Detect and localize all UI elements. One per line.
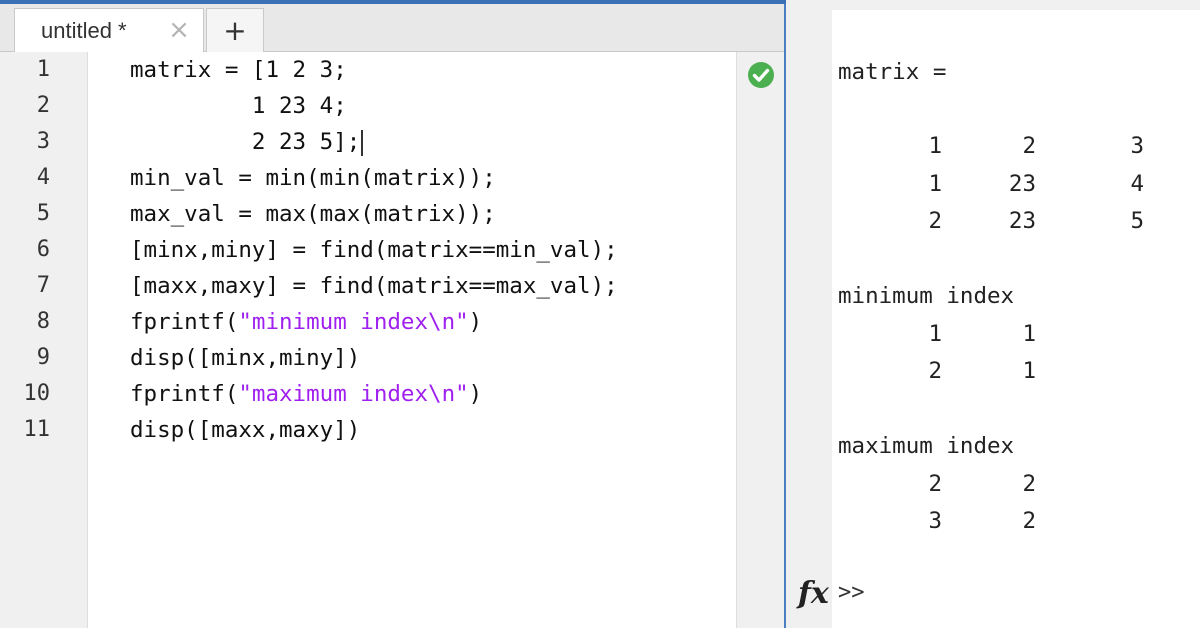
line-number: 9 bbox=[36, 345, 50, 370]
matrix-cell: 4 bbox=[1130, 171, 1144, 197]
max-index-cell: 3 bbox=[928, 508, 942, 534]
code-line[interactable]: disp([maxx,maxy]) bbox=[130, 412, 360, 448]
close-icon[interactable]: × bbox=[167, 17, 191, 43]
max-index-cell: 2 bbox=[1022, 508, 1036, 534]
line-number: 2 bbox=[36, 93, 50, 118]
matrix-cell: 23 bbox=[1008, 171, 1036, 197]
text-cursor bbox=[361, 129, 363, 156]
code-editor[interactable]: matrix = [1 2 3; 1 23 4; 2 23 5]; min_va… bbox=[88, 52, 736, 628]
tab-label: untitled * bbox=[41, 17, 127, 43]
line-number: 4 bbox=[36, 165, 50, 190]
code-line[interactable]: fprintf("minimum index\n") bbox=[130, 304, 482, 340]
code-line[interactable]: [maxx,maxy] = find(matrix==max_val); bbox=[130, 268, 618, 304]
code-line[interactable]: fprintf("maximum index\n") bbox=[130, 376, 482, 412]
matrix-cell: 2 bbox=[928, 208, 942, 234]
code-line[interactable]: 1 23 4; bbox=[130, 88, 347, 124]
code-line[interactable]: min_val = min(min(matrix)); bbox=[130, 160, 496, 196]
code-line[interactable]: [minx,miny] = find(matrix==min_val); bbox=[130, 232, 618, 268]
code-analyzer-bar bbox=[736, 52, 784, 628]
min-index-cell: 1 bbox=[928, 321, 942, 347]
matrix-cell: 5 bbox=[1130, 208, 1144, 234]
new-tab-button[interactable]: + bbox=[206, 8, 264, 52]
code-line[interactable]: 2 23 5]; bbox=[130, 124, 363, 160]
command-window: matrix = 1 2 3 1 23 4 2 23 5 minimum ind… bbox=[786, 0, 1200, 628]
check-circle-icon[interactable] bbox=[746, 60, 776, 90]
min-index-cell: 2 bbox=[928, 358, 942, 384]
matrix-cell: 3 bbox=[1130, 133, 1144, 159]
code-line[interactable]: matrix = [1 2 3; bbox=[130, 52, 347, 88]
line-number: 5 bbox=[36, 201, 50, 226]
tab-untitled[interactable]: untitled * × bbox=[14, 8, 204, 52]
line-number: 8 bbox=[36, 309, 50, 334]
code-line[interactable]: disp([minx,miny]) bbox=[130, 340, 360, 376]
string-literal: "maximum index\n" bbox=[238, 381, 469, 407]
command-output[interactable]: matrix = 1 2 3 1 23 4 2 23 5 minimum ind… bbox=[832, 10, 1200, 628]
string-literal: "minimum index\n" bbox=[238, 309, 469, 335]
line-number: 6 bbox=[36, 237, 50, 262]
code-line[interactable]: max_val = max(max(matrix)); bbox=[130, 196, 496, 232]
line-number: 11 bbox=[23, 417, 51, 442]
line-number-gutter: 1 2 3 4 5 6 7 8 9 10 11 bbox=[0, 52, 88, 628]
line-number: 10 bbox=[23, 381, 51, 406]
tab-bar: untitled * × + bbox=[0, 4, 784, 52]
max-index-cell: 2 bbox=[1022, 471, 1036, 497]
function-browser-icon[interactable]: fx bbox=[798, 576, 829, 611]
line-number: 7 bbox=[36, 273, 50, 298]
min-index-cell: 1 bbox=[1022, 321, 1036, 347]
maximum-index-label: maximum index bbox=[838, 433, 1015, 459]
command-prompt[interactable]: >> bbox=[838, 580, 865, 605]
line-number: 3 bbox=[36, 129, 50, 154]
matrix-label: matrix = bbox=[838, 59, 947, 85]
editor-panel: untitled * × + 1 2 3 4 5 6 7 8 9 10 11 m… bbox=[0, 0, 786, 628]
min-index-cell: 1 bbox=[1022, 358, 1036, 384]
matrix-cell: 1 bbox=[928, 171, 942, 197]
line-number: 1 bbox=[36, 57, 50, 82]
matrix-cell: 23 bbox=[1008, 208, 1036, 234]
matrix-cell: 1 bbox=[928, 133, 942, 159]
max-index-cell: 2 bbox=[928, 471, 942, 497]
matrix-cell: 2 bbox=[1022, 133, 1036, 159]
minimum-index-label: minimum index bbox=[838, 283, 1015, 309]
